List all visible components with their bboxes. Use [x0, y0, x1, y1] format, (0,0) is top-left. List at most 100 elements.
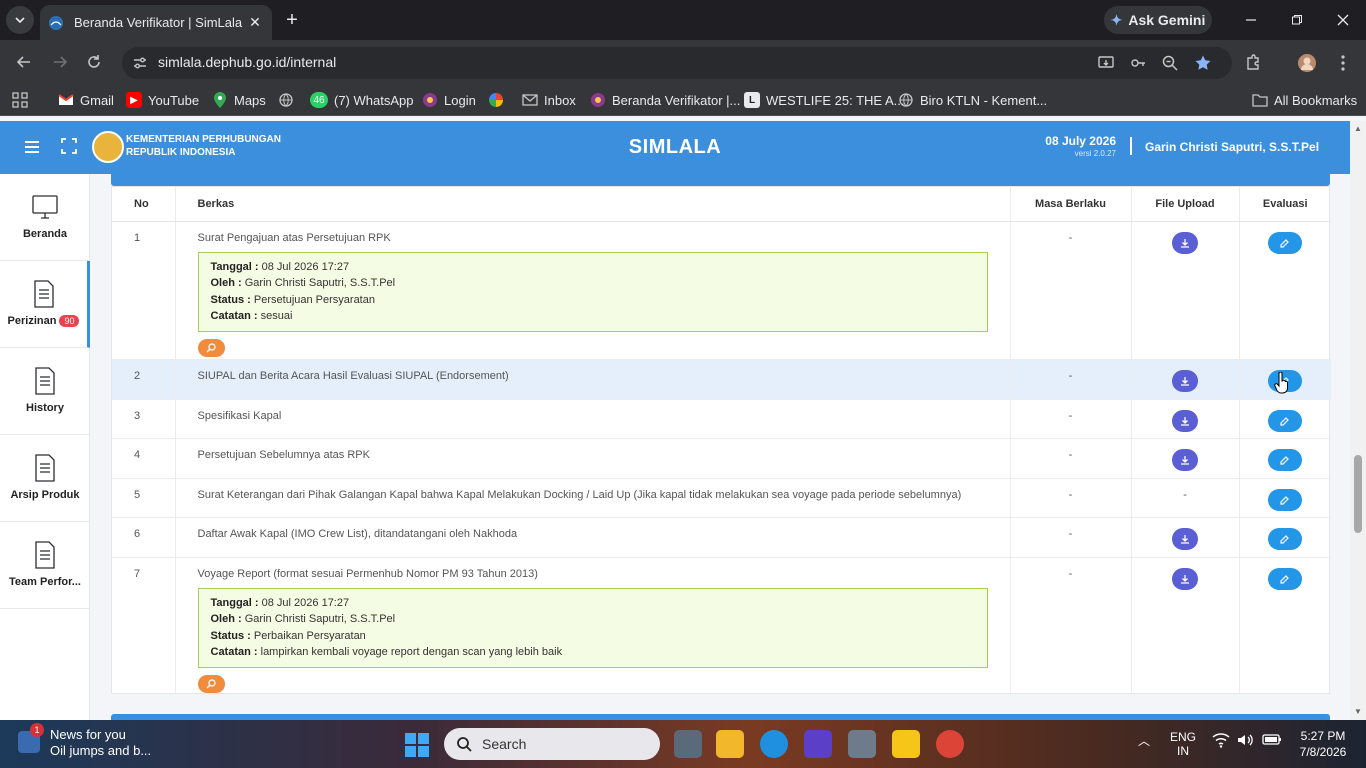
task-view-icon[interactable]: [674, 730, 702, 758]
evaluate-button[interactable]: [1268, 409, 1303, 432]
volume-icon[interactable]: [1236, 732, 1254, 751]
download-icon: [1181, 416, 1189, 426]
fullscreen-icon[interactable]: [60, 137, 80, 157]
windows-taskbar: 1 News for you Oil jumps and b... Search…: [0, 720, 1366, 768]
password-key-icon[interactable]: [1127, 52, 1149, 74]
ask-gemini-button[interactable]: ✦ Ask Gemini: [1104, 6, 1212, 34]
edit-icon: [1280, 574, 1290, 584]
tray-chevron-up-icon[interactable]: ︿: [1138, 732, 1150, 749]
menu-toggle-icon[interactable]: [22, 137, 42, 157]
sidebar-item-history[interactable]: History: [0, 348, 90, 435]
extensions-icon[interactable]: [1242, 52, 1264, 74]
language-indicator[interactable]: ENG IN: [1170, 730, 1196, 758]
download-button[interactable]: [1172, 448, 1198, 471]
chrome-menu-icon[interactable]: [1332, 52, 1354, 74]
bookmark-gmail[interactable]: Gmail: [58, 91, 114, 109]
gemini-sparkle-icon: ✦: [1110, 11, 1123, 28]
tab-close-icon[interactable]: ✕: [246, 14, 264, 32]
all-bookmarks-button[interactable]: All Bookmarks: [1252, 91, 1357, 109]
download-button[interactable]: [1172, 231, 1198, 254]
back-button[interactable]: [10, 48, 38, 76]
sticky-notes-icon[interactable]: [892, 730, 920, 758]
document-icon: [31, 366, 59, 396]
visual-studio-icon[interactable]: [804, 730, 832, 758]
taskbar-search-label: Search: [482, 736, 527, 752]
edit-icon: [1280, 495, 1290, 505]
download-button[interactable]: [1172, 527, 1198, 550]
restore-button[interactable]: [1282, 6, 1312, 34]
battery-icon[interactable]: [1262, 732, 1282, 749]
berkas-title: Voyage Report (format sesuai Permenhub N…: [197, 567, 538, 580]
chevron-down-icon: [15, 17, 25, 24]
evaluate-button[interactable]: [1268, 448, 1303, 471]
forward-button[interactable]: [46, 48, 74, 76]
edit-icon: [1280, 455, 1290, 465]
bookmark-youtube[interactable]: ▶ YouTube: [126, 91, 199, 109]
chrome-browser-icon[interactable]: [936, 730, 964, 758]
close-window-button[interactable]: [1328, 6, 1358, 34]
pinwheel-icon: [488, 92, 504, 108]
minimize-button[interactable]: [1236, 6, 1266, 34]
col-header-evaluasi: Evaluasi: [1239, 187, 1331, 222]
evaluate-button[interactable]: [1268, 231, 1303, 254]
maps-pin-icon: [212, 92, 228, 108]
view-history-button[interactable]: [197, 338, 225, 357]
ask-gemini-label: Ask Gemini: [1128, 12, 1206, 28]
bookmark-maps[interactable]: Maps: [212, 91, 266, 109]
scrollbar-thumb[interactable]: [1354, 455, 1362, 533]
login-site-icon: [422, 92, 438, 108]
file-explorer-icon[interactable]: [716, 730, 744, 758]
bookmark-beranda-verifikator[interactable]: Beranda Verifikator |...: [590, 91, 740, 109]
apps-grid-icon[interactable]: [12, 91, 28, 109]
download-button[interactable]: [1172, 369, 1198, 392]
bookmark-globe[interactable]: [278, 91, 294, 109]
bookmark-login[interactable]: Login: [422, 91, 476, 109]
youtube-icon: ▶: [126, 92, 142, 108]
table-row: 7 Voyage Report (format sesuai Permenhub…: [112, 556, 1331, 695]
bookmark-biro-ktln[interactable]: Biro KTLN - Kement...: [898, 91, 1047, 109]
download-icon: [1181, 534, 1189, 544]
app-header: KEMENTERIAN PERHUBUNGAN REPUBLIK INDONES…: [0, 121, 1350, 174]
camera-app-icon[interactable]: [848, 730, 876, 758]
windows-start-icon[interactable]: [404, 732, 430, 758]
view-history-button[interactable]: [197, 674, 225, 693]
page-scrollbar[interactable]: ▲ ▼: [1350, 121, 1366, 720]
bookmark-whatsapp[interactable]: 46 (7) WhatsApp: [310, 91, 413, 109]
address-url[interactable]: simlala.dephub.go.id/internal: [158, 54, 336, 70]
evaluate-button[interactable]: [1268, 567, 1303, 590]
taskbar-search[interactable]: Search: [444, 728, 660, 760]
bookmark-westlife[interactable]: L WESTLIFE 25: THE A...: [744, 91, 904, 109]
user-name[interactable]: Garin Christi Saputri, S.S.T.Pel: [1145, 140, 1319, 154]
evaluate-button[interactable]: [1268, 488, 1303, 511]
install-app-icon[interactable]: [1095, 52, 1117, 74]
scroll-down-icon[interactable]: ▼: [1353, 707, 1363, 717]
reload-icon: [88, 55, 100, 68]
sidebar-item-arsip-produk[interactable]: Arsip Produk: [0, 435, 90, 522]
wifi-icon[interactable]: [1212, 732, 1230, 751]
arrow-right-icon: [54, 56, 68, 68]
sidebar-item-beranda[interactable]: Beranda: [0, 174, 90, 261]
sidebar-item-team-performance[interactable]: Team Perfor...: [0, 522, 90, 609]
system-clock[interactable]: 5:27 PM 7/8/2026: [1290, 728, 1356, 760]
bookmark-star-icon[interactable]: [1192, 52, 1214, 74]
bookmark-pinwheel[interactable]: [488, 91, 504, 109]
ministry-name: KEMENTERIAN PERHUBUNGAN REPUBLIK INDONES…: [126, 134, 282, 158]
evaluate-button[interactable]: [1268, 527, 1303, 550]
app-title: SIMLALA: [628, 136, 722, 158]
col-header-masa-berlaku: Masa Berlaku: [1010, 187, 1132, 222]
edge-browser-icon[interactable]: [760, 730, 788, 758]
sidebar: Beranda Perizinan 90 History Arsip Produk…: [0, 174, 90, 720]
bookmark-inbox[interactable]: Inbox: [522, 91, 576, 109]
reload-button[interactable]: [80, 48, 108, 76]
scroll-up-icon[interactable]: ▲: [1353, 124, 1363, 134]
new-tab-button[interactable]: +: [280, 8, 304, 32]
zoom-icon[interactable]: [1159, 52, 1181, 74]
download-button[interactable]: [1172, 567, 1198, 590]
table-row: 5 Surat Keterangan dari Pihak Galangan K…: [112, 477, 1331, 517]
profile-avatar-icon[interactable]: [1296, 52, 1318, 74]
sidebar-item-perizinan[interactable]: Perizinan 90: [0, 261, 90, 348]
tab-search-button[interactable]: [6, 6, 34, 34]
browser-tab-active[interactable]: Beranda Verifikator | SimLala ✕: [40, 5, 272, 40]
download-button[interactable]: [1172, 409, 1198, 432]
site-settings-icon[interactable]: [132, 55, 148, 71]
